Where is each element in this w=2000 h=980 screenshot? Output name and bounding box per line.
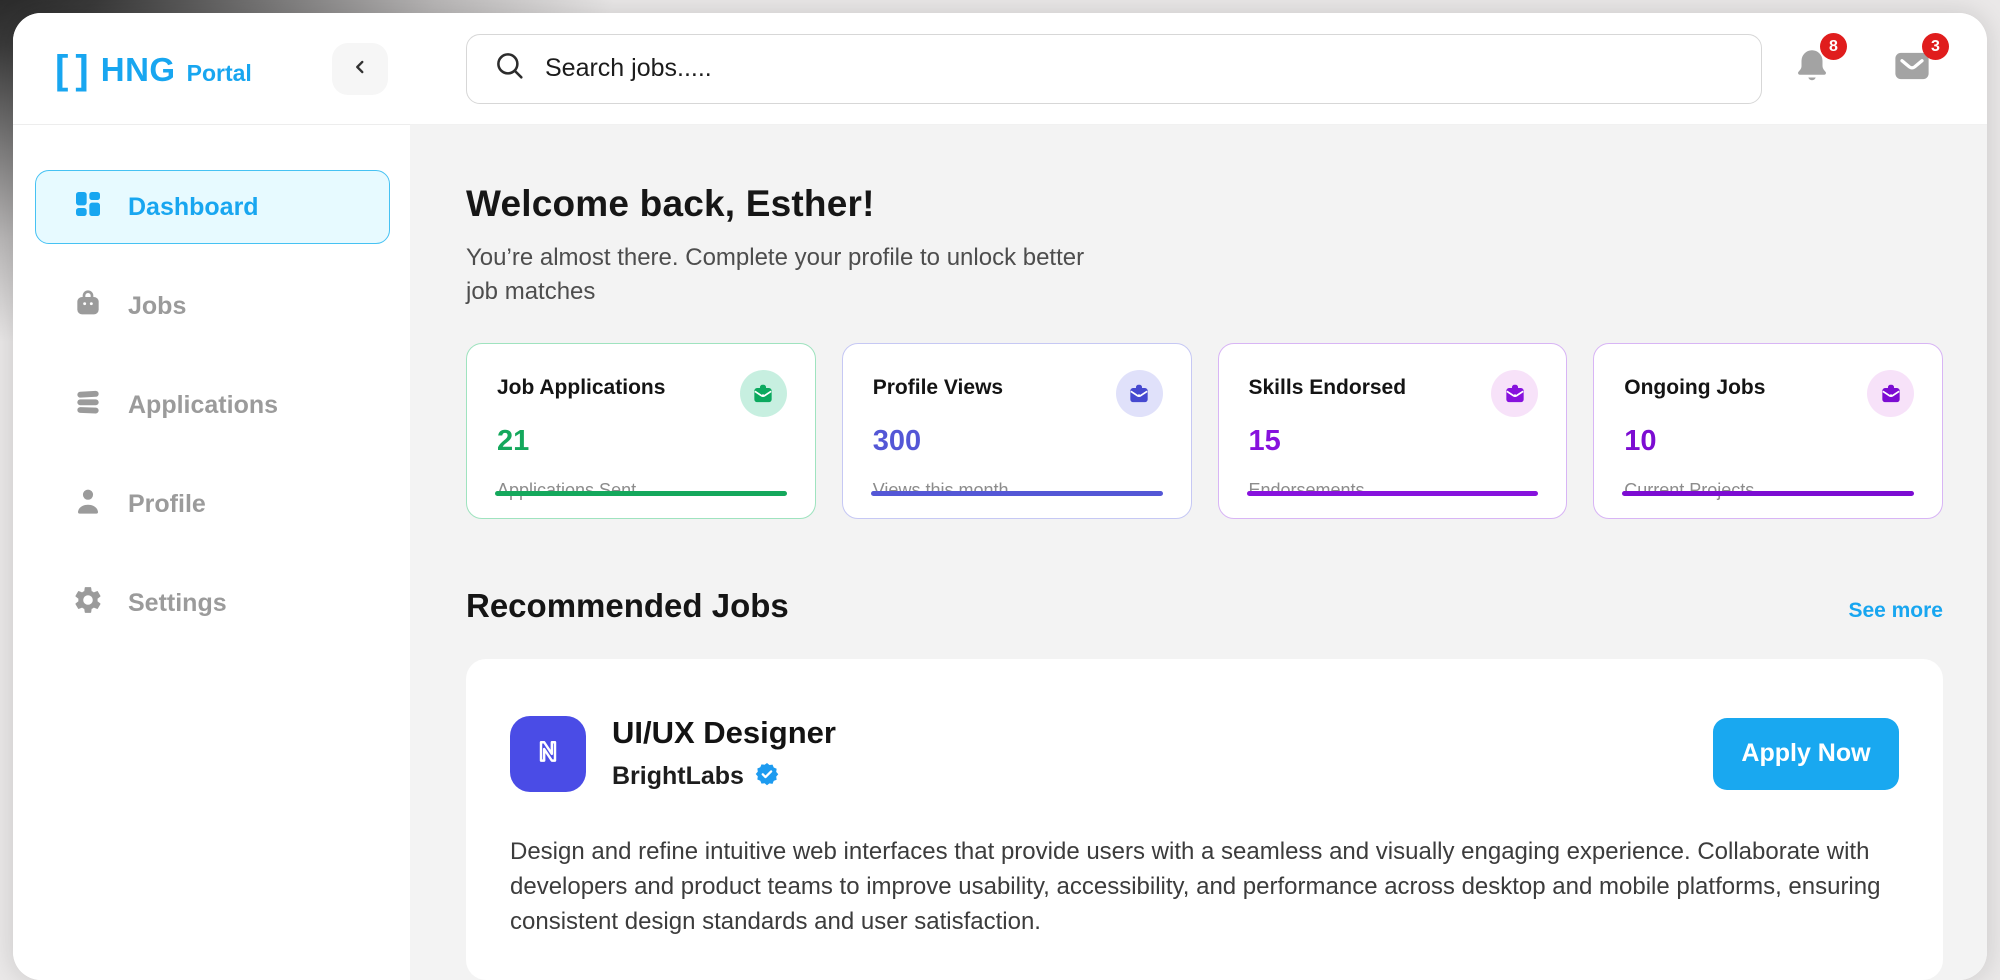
brightlabs-n-icon [527, 730, 569, 777]
briefcase-icon [1867, 370, 1914, 417]
sidebar-item-label: Dashboard [128, 193, 259, 222]
topbar-icons: 8 3 [1791, 45, 1947, 92]
bag-icon [72, 287, 104, 326]
recommended-header: Recommended Jobs See more [466, 587, 1943, 625]
stats-row: Job Applications 21 Applications Sent Pr… [466, 343, 1943, 519]
stat-value: 15 [1249, 425, 1539, 458]
stat-accent-bar [1622, 491, 1914, 496]
sidebar-collapse-button[interactable] [332, 43, 388, 95]
stat-accent-bar [871, 491, 1163, 496]
stat-accent-bar [1247, 491, 1539, 496]
sidebar-item-label: Applications [128, 391, 278, 420]
brackets-logo-icon: [ ] [55, 48, 87, 93]
notifications-button[interactable]: 8 [1791, 45, 1833, 92]
sidebar-item-label: Jobs [128, 292, 186, 321]
dashboard-grid-icon [72, 188, 104, 227]
search-input[interactable] [545, 54, 1735, 83]
stack-icon [72, 386, 104, 425]
bell-icon [1791, 74, 1833, 91]
search-bar[interactable] [466, 34, 1762, 104]
stat-card-ongoing-jobs: Ongoing Jobs 10 Current Projects [1593, 343, 1943, 519]
stat-card-job-applications: Job Applications 21 Applications Sent [466, 343, 816, 519]
recommended-title: Recommended Jobs [466, 587, 789, 625]
stat-value: 21 [497, 425, 787, 458]
sidebar-header: [ ] HNG Portal [13, 13, 410, 125]
company-logo [510, 716, 586, 792]
stat-card-skills-endorsed: Skills Endorsed 15 Endorsements [1218, 343, 1568, 519]
sidebar-item-jobs[interactable]: Jobs [35, 269, 390, 343]
stat-title: Profile Views [873, 370, 1003, 400]
sidebar-item-profile[interactable]: Profile [35, 467, 390, 541]
stat-card-profile-views: Profile Views 300 Views this month [842, 343, 1192, 519]
stat-title: Job Applications [497, 370, 665, 400]
stat-title: Skills Endorsed [1249, 370, 1407, 400]
stat-value: 300 [873, 425, 1163, 458]
search-icon [493, 49, 527, 88]
job-card-header: UI/UX Designer BrightLabs Apply Now [510, 715, 1899, 792]
mail-icon [1889, 74, 1935, 91]
briefcase-icon [740, 370, 787, 417]
briefcase-icon [1116, 370, 1163, 417]
apply-now-button[interactable]: Apply Now [1713, 718, 1899, 790]
company-name: BrightLabs [612, 762, 744, 791]
briefcase-icon [1491, 370, 1538, 417]
notification-count-badge: 8 [1820, 33, 1847, 60]
job-list-panel: UI/UX Designer BrightLabs Apply Now Desi… [466, 659, 1943, 980]
see-more-link[interactable]: See more [1848, 599, 1943, 623]
welcome-subtitle: You’re almost there. Complete your profi… [466, 241, 1116, 309]
sidebar-item-label: Profile [128, 490, 206, 519]
chevron-left-icon [349, 56, 371, 81]
verified-badge-icon [754, 761, 780, 792]
sidebar-item-label: Settings [128, 589, 227, 618]
app-logo: [ ] HNG Portal [55, 46, 252, 91]
app-window: [ ] HNG Portal 8 [13, 13, 1987, 980]
sidebar-nav: Dashboard Jobs Applications Profile Sett… [13, 125, 410, 980]
stat-title: Ongoing Jobs [1624, 370, 1765, 400]
sidebar-item-applications[interactable]: Applications [35, 368, 390, 442]
job-title: UI/UX Designer [612, 715, 836, 751]
person-icon [72, 485, 104, 524]
message-count-badge: 3 [1922, 33, 1949, 60]
sidebar-item-settings[interactable]: Settings [35, 566, 390, 640]
topbar: 8 3 [410, 13, 1987, 125]
main-content: Welcome back, Esther! You’re almost ther… [410, 125, 1987, 980]
page-title: Welcome back, Esther! [466, 183, 1943, 225]
sidebar-item-dashboard[interactable]: Dashboard [35, 170, 390, 244]
messages-button[interactable]: 3 [1889, 45, 1935, 92]
stat-accent-bar [495, 491, 787, 496]
job-title-block: UI/UX Designer BrightLabs [612, 715, 836, 792]
job-description: Design and refine intuitive web interfac… [510, 834, 1899, 939]
gear-icon [72, 584, 104, 623]
logo-name: HNG [101, 51, 176, 89]
stat-value: 10 [1624, 425, 1914, 458]
logo-suffix: Portal [187, 60, 252, 87]
